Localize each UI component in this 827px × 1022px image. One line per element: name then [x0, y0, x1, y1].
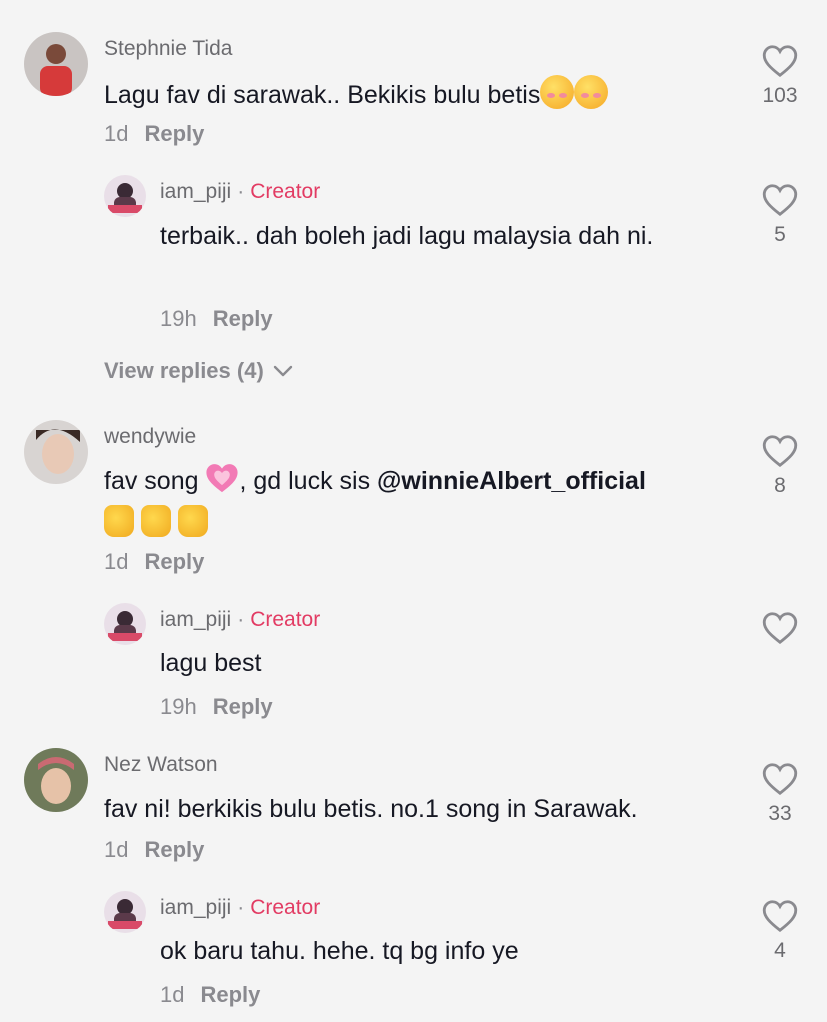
comment-username[interactable]: Stephnie Tida: [104, 37, 232, 61]
thumbs-up-icon: [104, 505, 134, 537]
comment-meta: 1d Reply: [104, 549, 204, 575]
reply-username[interactable]: iam_piji: [160, 608, 231, 631]
creator-badge: Creator: [250, 896, 321, 919]
comment-text: fav ni! berkikis bulu betis. no.1 song i…: [104, 795, 638, 823]
reply-button[interactable]: Reply: [213, 306, 273, 331]
reply-meta: 1d Reply: [160, 982, 260, 1008]
heart-outline-icon: [762, 612, 798, 645]
reply-button[interactable]: Reply: [144, 121, 204, 146]
smiling-face-with-hearts-icon: [540, 75, 575, 109]
reply-button[interactable]: Reply: [200, 982, 260, 1007]
like-button[interactable]: 33: [750, 762, 810, 826]
comment-time: 1d: [104, 837, 129, 862]
comment-time: 1d: [104, 121, 129, 146]
reply-username-row: iam_piji · Creator: [160, 896, 321, 919]
like-count: 33: [768, 802, 792, 825]
reply-time: 1d: [160, 982, 185, 1007]
reply-button[interactable]: Reply: [144, 837, 204, 862]
reply-username[interactable]: iam_piji: [160, 896, 231, 919]
avatar[interactable]: [24, 32, 88, 96]
reply-meta: 19h Reply: [160, 306, 273, 332]
comment-meta: 1d Reply: [104, 121, 204, 147]
avatar[interactable]: [104, 891, 146, 933]
reply-text: ok baru tahu. hehe. tq bg info ye: [160, 937, 519, 965]
like-count: 5: [774, 223, 786, 246]
like-count: 4: [774, 939, 786, 962]
reply-time: 19h: [160, 306, 197, 331]
reply-username-row: iam_piji · Creator: [160, 608, 321, 631]
smiling-face-with-hearts-icon: [574, 75, 609, 109]
view-replies-button[interactable]: View replies (4): [104, 358, 294, 384]
reply-username[interactable]: iam_piji: [160, 180, 231, 203]
heart-outline-icon: [762, 435, 798, 468]
avatar[interactable]: [24, 748, 88, 812]
like-button[interactable]: 4: [750, 899, 810, 963]
chevron-down-icon: [273, 365, 292, 377]
comment-time: 1d: [104, 549, 129, 574]
comment-text: Lagu fav di sarawak.. Bekikis bulu betis: [104, 74, 724, 116]
reply-button[interactable]: Reply: [144, 549, 204, 574]
mention-link[interactable]: @winnieAlbert_official: [377, 467, 646, 495]
comment-username[interactable]: wendywie: [104, 425, 196, 449]
reply-time: 19h: [160, 694, 197, 719]
like-button[interactable]: 8: [750, 434, 810, 498]
heart-outline-icon: [762, 900, 798, 933]
heart-outline-icon: [762, 184, 798, 217]
avatar[interactable]: [104, 603, 146, 645]
heart-outline-icon: [762, 45, 798, 78]
avatar[interactable]: [104, 175, 146, 217]
creator-badge: Creator: [250, 180, 321, 203]
reply-text: terbaik.. dah boleh jadi lagu malaysia d…: [160, 222, 654, 250]
comment-username[interactable]: Nez Watson: [104, 753, 218, 777]
reply-button[interactable]: Reply: [213, 694, 273, 719]
like-count: 103: [762, 84, 798, 107]
heart-outline-icon: [762, 763, 798, 796]
reply-username-row: iam_piji · Creator: [160, 180, 321, 203]
avatar[interactable]: [24, 420, 88, 484]
growing-heart-icon: [206, 464, 239, 493]
reply-meta: 19h Reply: [160, 694, 273, 720]
comment-meta: 1d Reply: [104, 837, 204, 863]
thumbs-up-icon: [140, 505, 171, 537]
comment-text: fav song , gd luck sis @winnieAlbert_off…: [104, 460, 744, 544]
like-button[interactable]: [750, 611, 810, 645]
like-count: 8: [774, 474, 786, 497]
thumbs-up-icon: [177, 505, 208, 537]
reply-text: lagu best: [160, 649, 262, 677]
like-button[interactable]: 103: [750, 44, 810, 108]
like-button[interactable]: 5: [750, 183, 810, 247]
creator-badge: Creator: [250, 608, 321, 631]
